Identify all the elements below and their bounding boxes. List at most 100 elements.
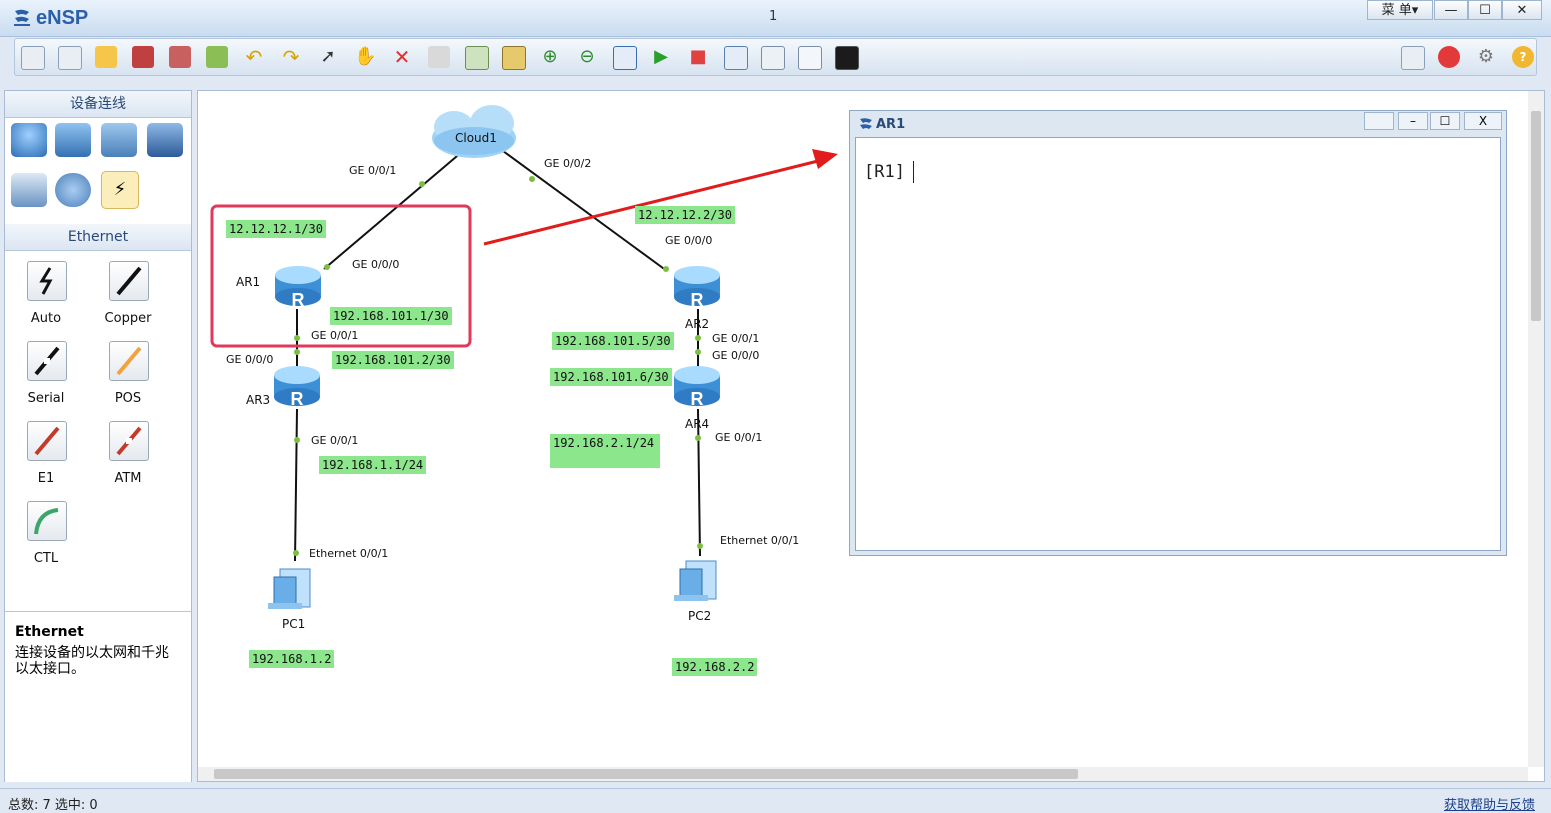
cable-label-atm: ATM: [114, 471, 142, 486]
topology-icon[interactable]: [761, 46, 785, 70]
zoom-in-icon[interactable]: ⊕: [539, 46, 561, 68]
copper-cable-icon[interactable]: [109, 261, 149, 301]
ar1-terminal-window[interactable]: AR1 – ☐ X [R1]: [849, 110, 1507, 556]
pc2-icon[interactable]: [674, 560, 717, 601]
text-icon[interactable]: [465, 46, 489, 70]
grid-icon[interactable]: [798, 46, 822, 70]
ar1-router-icon[interactable]: R: [275, 266, 321, 310]
status-bar: 总数: 7 选中: 0 获取帮助与反馈: [0, 788, 1551, 813]
title-bar: eNSP 1 菜 单▾ — ☐ ✕: [0, 0, 1551, 37]
port-label: GE 0/0/2: [544, 157, 592, 170]
auto-cable-icon[interactable]: [27, 261, 67, 301]
ip-label: 192.168.1.2: [249, 650, 335, 668]
pc1-icon[interactable]: [268, 568, 311, 609]
description-title: Ethernet: [15, 624, 84, 640]
status-counts: 总数: 7 选中: 0: [8, 798, 98, 813]
delete-link-icon[interactable]: [428, 46, 450, 68]
ip-label: 192.168.101.5/30: [552, 332, 674, 350]
cable-label-auto: Auto: [30, 311, 62, 326]
router-category-icon[interactable]: [11, 123, 47, 157]
menu-button[interactable]: 菜 单▾: [1367, 0, 1433, 20]
terminal-minimize-button[interactable]: –: [1398, 112, 1428, 130]
description-box: Ethernet 连接设备的以太网和千兆以太接口。: [5, 611, 191, 782]
cable-label-copper: Copper: [104, 311, 152, 326]
rectangle-icon[interactable]: [502, 46, 526, 70]
settings-gear-icon[interactable]: ⚙: [1475, 46, 1497, 68]
horizontal-scrollbar[interactable]: [198, 767, 1528, 781]
zoom-out-icon[interactable]: ⊖: [576, 46, 598, 68]
terminal-cursor: [913, 161, 914, 183]
start-icon[interactable]: ▶: [650, 46, 672, 68]
terminal-console[interactable]: [R1]: [855, 137, 1501, 551]
cli-icon[interactable]: [835, 46, 859, 70]
terminal-logo-icon: [860, 118, 872, 129]
port-label: GE 0/0/0: [352, 258, 400, 271]
link-ar4-pc2[interactable]: [697, 408, 701, 557]
help-icon[interactable]: ?: [1512, 46, 1534, 68]
cloud-category-icon[interactable]: [55, 173, 91, 207]
ctl-cable-icon[interactable]: [27, 501, 67, 541]
cable-label-pos: POS: [114, 391, 142, 406]
horizontal-scroll-thumb[interactable]: [214, 769, 1078, 779]
stop-icon[interactable]: ■: [687, 46, 709, 68]
ip-label: 192.168.2.1/24: [550, 434, 660, 468]
huawei-logo-icon[interactable]: [1438, 46, 1460, 68]
terminal-title: AR1: [876, 117, 906, 132]
port-label: Ethernet 0/0/1: [720, 534, 800, 547]
connection-category-icon[interactable]: ⚡: [101, 171, 139, 209]
ar4-router-icon[interactable]: R: [674, 366, 720, 409]
terminal-close-button[interactable]: X: [1464, 112, 1502, 130]
link-ar3-pc1[interactable]: [294, 408, 298, 562]
hand-icon[interactable]: ✋: [354, 46, 376, 68]
wireless-category-icon[interactable]: [101, 123, 137, 157]
pc-category-icon[interactable]: [11, 173, 47, 207]
ip-label: 192.168.101.6/30: [550, 368, 672, 386]
open-icon[interactable]: [95, 46, 117, 68]
minimize-button[interactable]: —: [1434, 0, 1468, 20]
terminal-maximize-button[interactable]: ☐: [1430, 112, 1460, 130]
terminal-restore-icon[interactable]: [1364, 112, 1394, 130]
serial-cable-icon[interactable]: [27, 341, 67, 381]
port-label: GE 0/0/1: [715, 431, 763, 444]
switch-category-icon[interactable]: [55, 123, 91, 157]
cable-label-e1: E1: [37, 471, 55, 486]
firewall-category-icon[interactable]: [147, 123, 183, 157]
select-icon[interactable]: ➚: [317, 46, 339, 68]
help-feedback-link[interactable]: 获取帮助与反馈: [1444, 794, 1535, 813]
chat-icon[interactable]: [1401, 46, 1425, 70]
new-topology-icon[interactable]: [21, 46, 45, 70]
print-icon[interactable]: [206, 46, 228, 68]
port-label: GE 0/0/0: [712, 349, 760, 362]
capture-icon[interactable]: [724, 46, 748, 70]
ar2-router-icon[interactable]: R: [674, 266, 720, 310]
fit-icon[interactable]: [613, 46, 637, 70]
port-label: Ethernet 0/0/1: [309, 547, 389, 560]
undo-icon[interactable]: ↶: [243, 46, 265, 68]
device-label-ar2: AR2: [685, 317, 710, 331]
save-icon[interactable]: [132, 46, 154, 68]
vertical-scrollbar[interactable]: [1528, 91, 1544, 767]
vertical-scroll-thumb[interactable]: [1531, 111, 1541, 321]
device-label-cloud1: Cloud1: [455, 131, 497, 145]
port-label: GE 0/0/1: [311, 434, 359, 447]
e1-cable-icon[interactable]: [27, 421, 67, 461]
port-label: GE 0/0/0: [226, 353, 274, 366]
port-label: GE 0/0/0: [665, 234, 713, 247]
device-label-pc2: PC2: [688, 609, 712, 623]
atm-cable-icon[interactable]: [109, 421, 149, 461]
ip-label: 12.12.12.1/30: [226, 220, 326, 238]
close-button[interactable]: ✕: [1502, 0, 1542, 20]
redo-icon[interactable]: ↷: [280, 46, 302, 68]
device-label-ar4: AR4: [685, 417, 710, 431]
ip-label: 192.168.101.2/30: [332, 351, 454, 369]
device-panel: 设备连线 ⚡ Ethernet Auto Copper Serial POS E…: [4, 90, 192, 782]
pos-cable-icon[interactable]: [109, 341, 149, 381]
ar3-router-icon[interactable]: R: [274, 366, 320, 409]
save-as-icon[interactable]: [169, 46, 191, 68]
ethernet-header: Ethernet: [5, 224, 191, 251]
maximize-button[interactable]: ☐: [1468, 0, 1502, 20]
delete-icon[interactable]: ✕: [391, 46, 413, 68]
device-label-ar3: AR3: [246, 393, 271, 407]
terminal-prompt: [R1]: [864, 162, 905, 182]
new-wizard-icon[interactable]: [58, 46, 82, 70]
